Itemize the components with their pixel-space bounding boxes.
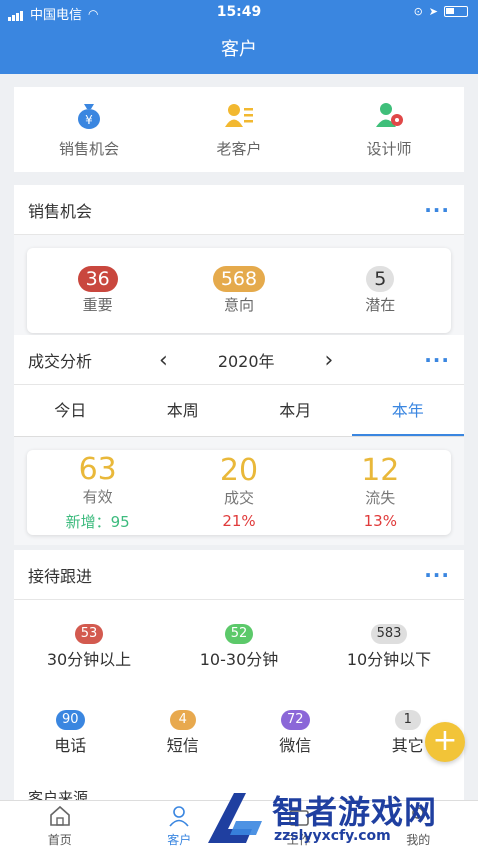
category-card: ¥ 销售机会 老客户 设计师 <box>14 87 464 172</box>
designer-icon <box>376 103 403 127</box>
category-label: 销售机会 <box>58 140 119 158</box>
more-icon[interactable]: ··· <box>424 200 450 220</box>
followup-label: 10-30分钟 <box>199 650 279 669</box>
page-title: 客户 <box>0 26 478 74</box>
deal-label: 有效 <box>82 487 113 506</box>
svg-text:¥: ¥ <box>85 113 93 127</box>
contact-card-icon <box>225 104 253 127</box>
stat-potential[interactable]: 5 潜在 <box>320 266 440 315</box>
deal-analysis-section: 成交分析 ‹ 2020年 › ··· 今日 本周 本月 本年 63 有效 新增：… <box>14 335 464 545</box>
watermark: 智者游戏网 zzslyyxcfy.com <box>200 785 478 850</box>
section-title: 成交分析 <box>28 351 93 371</box>
plus-icon: + <box>432 723 458 758</box>
followup-10-30min[interactable]: 52 10-30分钟 <box>169 622 309 670</box>
category-sales-opportunity[interactable]: ¥ 销售机会 <box>19 100 159 159</box>
channel-wechat[interactable]: 72 微信 <box>239 708 351 756</box>
followup-section: 接待跟进 ··· 53 30分钟以上 52 10-30分钟 583 10分钟以下… <box>14 550 464 810</box>
deal-value: 20 <box>219 453 259 488</box>
home-icon <box>49 805 70 826</box>
count-badge: 72 <box>280 710 310 730</box>
deal-label: 流失 <box>365 489 396 507</box>
category-label: 设计师 <box>366 140 412 158</box>
deal-value: 63 <box>78 451 117 487</box>
watermark-url: zzslyyxcfy.com <box>274 828 391 844</box>
section-title: 销售机会 <box>28 201 93 221</box>
sales-section: 销售机会 ··· 36 重要 568 意向 5 潜在 <box>14 185 464 345</box>
count-badge: 52 <box>224 624 254 644</box>
section-title: 接待跟进 <box>28 566 93 586</box>
watermark-title: 智者游戏网 <box>272 793 438 831</box>
stat-label: 意向 <box>223 296 254 314</box>
channel-label: 短信 <box>166 736 199 755</box>
deal-closed[interactable]: 20 成交 21% <box>179 453 299 531</box>
stat-value: 568 <box>212 266 266 292</box>
followup-label: 10分钟以下 <box>346 650 432 669</box>
watermark-logo-icon <box>208 793 262 843</box>
add-button[interactable]: + <box>425 722 465 762</box>
status-bar: 中国电信 ◠ 15:49 ⊙ ➤ <box>0 0 478 26</box>
followup-30min-plus[interactable]: 53 30分钟以上 <box>19 622 159 670</box>
more-icon[interactable]: ··· <box>424 350 450 370</box>
tab-today[interactable]: 今日 <box>14 385 127 436</box>
chevron-left-icon[interactable]: ‹ <box>159 348 168 373</box>
deal-label: 成交 <box>223 489 254 507</box>
category-label: 老客户 <box>216 140 262 158</box>
count-badge: 53 <box>74 624 104 644</box>
stat-label: 重要 <box>82 296 113 314</box>
channel-row: 90 电话 4 短信 72 微信 1 其它 <box>14 708 464 756</box>
category-designer[interactable]: 设计师 <box>319 100 459 159</box>
followup-under-10min[interactable]: 583 10分钟以下 <box>319 622 459 670</box>
count-badge: 583 <box>370 624 408 644</box>
count-badge: 90 <box>55 710 85 730</box>
channel-sms[interactable]: 4 短信 <box>127 708 239 756</box>
stat-important[interactable]: 36 重要 <box>38 266 158 315</box>
stat-value: 5 <box>366 266 395 292</box>
year-label: 2020年 <box>217 352 275 371</box>
channel-phone[interactable]: 90 电话 <box>14 708 126 756</box>
deal-sub: 21% <box>222 512 256 530</box>
stat-value: 36 <box>77 266 118 292</box>
deal-sub: 13% <box>363 512 397 530</box>
stat-intention[interactable]: 568 意向 <box>179 266 299 315</box>
channel-label: 微信 <box>279 736 312 755</box>
tab-month[interactable]: 本月 <box>239 385 352 436</box>
deal-valid[interactable]: 63 有效 新增：95 <box>38 451 158 532</box>
tabbar-label: 首页 <box>47 833 72 847</box>
chevron-right-icon[interactable]: › <box>325 348 334 373</box>
response-time-row: 53 30分钟以上 52 10-30分钟 583 10分钟以下 <box>14 622 464 670</box>
followup-label: 30分钟以上 <box>46 650 132 669</box>
money-bag-icon: ¥ <box>78 104 100 129</box>
deal-stats: 63 有效 新增：95 20 成交 21% 12 流失 13% <box>27 450 451 535</box>
clock: 15:49 <box>216 4 262 20</box>
sales-stats: 36 重要 568 意向 5 潜在 <box>27 248 451 333</box>
period-tabs: 今日 本周 本月 本年 <box>14 385 464 437</box>
deal-sub: 新增：95 <box>65 512 130 531</box>
count-badge: 4 <box>169 710 196 730</box>
channel-label: 电话 <box>54 736 87 755</box>
tab-week[interactable]: 本周 <box>127 385 240 436</box>
user-icon <box>169 806 189 827</box>
location-icon: ➤ <box>428 5 438 18</box>
stat-label: 潜在 <box>365 296 396 314</box>
deal-lost[interactable]: 12 流失 13% <box>320 453 440 531</box>
tab-year[interactable]: 本年 <box>351 385 464 436</box>
category-old-customer[interactable]: 老客户 <box>169 100 309 159</box>
more-icon[interactable]: ··· <box>424 565 450 585</box>
battery-icon <box>444 6 468 17</box>
lock-rotation-icon: ⊙ <box>413 5 423 18</box>
count-badge: 1 <box>394 710 421 730</box>
tabbar-home[interactable]: 首页 <box>0 801 120 850</box>
deal-value: 12 <box>361 453 400 488</box>
